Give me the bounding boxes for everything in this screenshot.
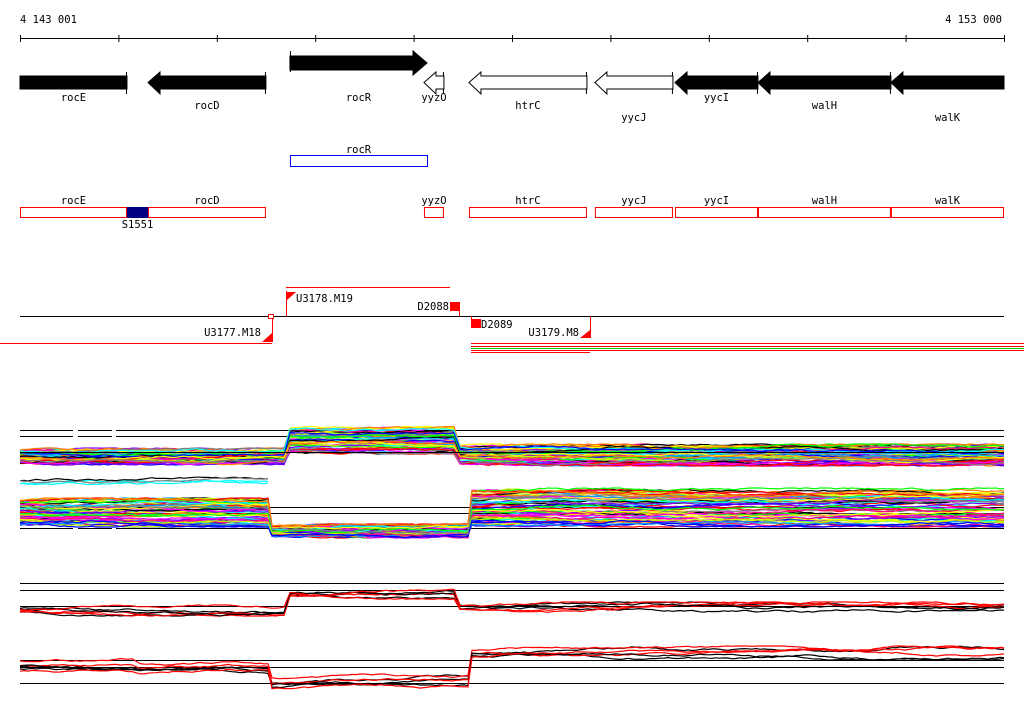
regulon-label: rocR: [346, 144, 372, 156]
expression-track-1: [19, 425, 1005, 467]
expression-track-2-top: [19, 476, 269, 486]
gene-arrow[interactable]: [147, 70, 267, 96]
gene-arrow[interactable]: [19, 75, 128, 90]
ruler-start-label: 4 143 001: [20, 14, 77, 26]
gene-arrow[interactable]: [594, 70, 674, 96]
operon-box-rocE[interactable]: [20, 207, 127, 218]
operon-box-rocD[interactable]: [148, 207, 266, 218]
gene-label[interactable]: yycJ: [621, 112, 646, 124]
gene-yycI[interactable]: yycI: [674, 70, 759, 104]
gene-arrow[interactable]: [289, 49, 428, 77]
gene-arrow[interactable]: [423, 70, 445, 96]
gene-label[interactable]: walH: [812, 100, 837, 112]
gene-label[interactable]: rocE: [61, 92, 86, 104]
tu-label-u3179[interactable]: U3179.M8: [528, 327, 579, 339]
gene-walK[interactable]: walK: [890, 70, 1005, 124]
gene-rocE[interactable]: rocE: [19, 72, 128, 104]
tu-label-u3178[interactable]: U3178.M19: [296, 293, 353, 305]
operon-label: htrC: [515, 195, 540, 207]
tu-u3178-flag[interactable]: [287, 292, 296, 300]
tu-label-d2089[interactable]: D2089: [481, 319, 513, 331]
expression-line: [19, 652, 1005, 689]
operon-label: rocE: [61, 195, 86, 207]
operon-label: yycJ: [621, 195, 646, 207]
expression-line: [19, 652, 1005, 687]
gene-label[interactable]: rocR: [346, 92, 372, 104]
tu-label-d2088[interactable]: D2088: [417, 301, 449, 313]
operon-label: yyzO: [421, 195, 446, 207]
operon-box-htrC[interactable]: [468, 207, 587, 218]
operon-label: rocD: [194, 195, 219, 207]
operon-box-walH[interactable]: [757, 207, 891, 218]
operon-box-yycJ[interactable]: [594, 207, 673, 218]
operon-box-walK[interactable]: [890, 207, 1004, 218]
operon-label: walH: [812, 195, 837, 207]
gene-arrow[interactable]: [757, 70, 892, 96]
tu-d2089-marker[interactable]: [471, 319, 481, 328]
tu-label-u3177[interactable]: U3177.M18: [204, 327, 261, 339]
gene-label[interactable]: walK: [935, 112, 961, 124]
operon-box-yyzO[interactable]: [423, 207, 444, 218]
gene-arrow[interactable]: [468, 70, 588, 96]
operon-box-yycI[interactable]: [675, 207, 758, 218]
expression-track-4: [19, 645, 1005, 690]
gene-arrow[interactable]: [890, 70, 1005, 96]
tu-d2088-marker[interactable]: [450, 302, 459, 311]
gene-htrC[interactable]: htrC: [468, 70, 588, 112]
gene-label[interactable]: htrC: [515, 100, 540, 112]
tu-u3177-flag[interactable]: [262, 333, 272, 342]
gene-walH[interactable]: walH: [757, 70, 892, 112]
gene-arrow[interactable]: [674, 70, 759, 96]
gene-label[interactable]: yyzO: [421, 92, 446, 104]
gene-yycJ[interactable]: yycJ: [594, 70, 674, 124]
gene-label[interactable]: yycI: [704, 92, 729, 104]
ruler-end-label: 4 153 000: [945, 14, 1002, 26]
gene-yyzO[interactable]: yyzO: [421, 70, 447, 104]
binding-site-box[interactable]: [126, 207, 149, 218]
operon-label: yycI: [704, 195, 729, 207]
tu-u3177-marker: [268, 314, 274, 319]
tu-u3179-flag[interactable]: [580, 330, 590, 338]
genome-browser: 4 143 001 4 153 000 rocE rocD rocR yyzO htrC yy…: [0, 14, 1024, 690]
operon-label: walK: [935, 195, 961, 207]
gene-label[interactable]: rocD: [194, 100, 219, 112]
binding-site-label: S1551: [122, 219, 154, 231]
regulon-box[interactable]: [289, 155, 429, 167]
expression-track-2: [19, 487, 1005, 539]
gene-rocD[interactable]: rocD: [147, 70, 267, 112]
gene-rocR[interactable]: rocR: [289, 49, 428, 104]
expression-track-3: [19, 583, 1005, 617]
